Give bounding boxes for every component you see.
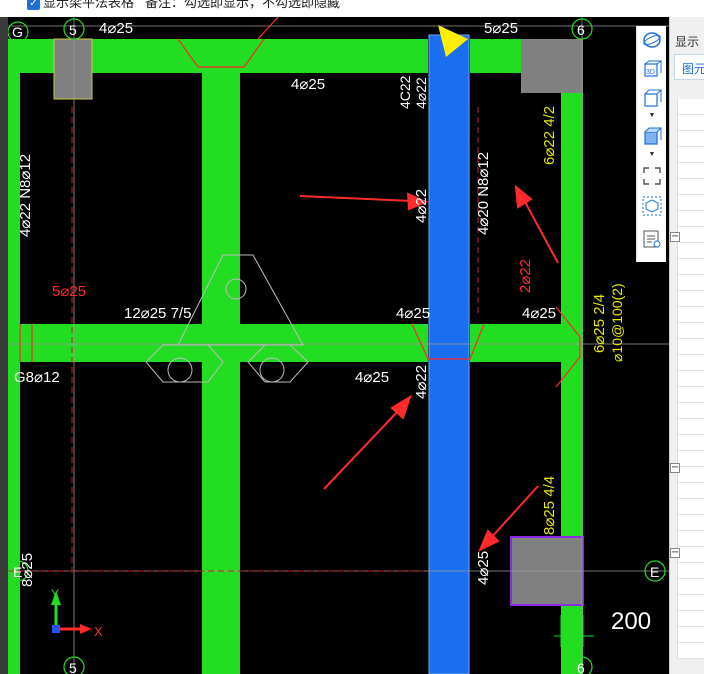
label-yellow-8d25: 8⌀25 4/4 bbox=[541, 476, 558, 535]
app-root: ✓ 显示梁平法表格 备注：勾选即显示，不勾选即隐藏 4⌀25 5⌀25 4⌀25… bbox=[0, 0, 704, 674]
label-yellow-6d22: 6⌀22 4/2 bbox=[541, 106, 558, 165]
drawing-canvas[interactable]: 4⌀25 5⌀25 4⌀25 4C22 4⌀22 4⌀22 N8⌀12 4⌀20… bbox=[8, 17, 669, 674]
label-red-5d25: 5⌀25 bbox=[52, 283, 86, 300]
label-g8d12: G8⌀12 bbox=[14, 369, 60, 386]
axis-label-E-left: E bbox=[13, 564, 22, 580]
beam-selected-blue[interactable] bbox=[428, 34, 470, 674]
tab-elements[interactable]: 图元 bbox=[674, 54, 704, 80]
view-toolbar: 3D ▼ ▼ bbox=[636, 26, 666, 262]
properties-icon[interactable] bbox=[642, 229, 662, 249]
label-bottom-4d25: 4⌀25 bbox=[475, 551, 492, 585]
label-lower-4d25: 4⌀25 bbox=[355, 369, 389, 386]
label-top-4d25: 4⌀25 bbox=[99, 20, 133, 37]
label-red-2d22: 2⌀22 bbox=[517, 259, 534, 293]
cube-icon[interactable] bbox=[642, 88, 662, 108]
cube-dropdown-arrow[interactable]: ▼ bbox=[648, 112, 656, 120]
ucs-y-label: Y bbox=[51, 587, 59, 601]
note-text: 备注：勾选即显示，不勾选即隐藏 bbox=[145, 0, 341, 10]
cube-filled-dropdown-arrow[interactable]: ▼ bbox=[648, 151, 656, 159]
label-dim-200: 200 bbox=[611, 608, 651, 635]
label-4d22-top: 4⌀22 bbox=[413, 77, 429, 109]
axis-label-G: G bbox=[12, 24, 23, 40]
axis-label-5-top: 5 bbox=[69, 22, 77, 38]
label-4d25-upper: 4⌀25 bbox=[291, 76, 325, 93]
collapse-group-1[interactable]: − bbox=[670, 232, 680, 242]
options-bar: ✓ 显示梁平法表格 备注：勾选即显示，不勾选即隐藏 bbox=[0, 0, 704, 17]
label-12d25: 12⌀25 7/5 bbox=[124, 305, 191, 322]
collapse-group-3[interactable]: − bbox=[670, 548, 680, 558]
axis-label-6-top: 6 bbox=[577, 22, 585, 38]
beam-layer bbox=[8, 39, 583, 674]
left-splitter[interactable] bbox=[0, 17, 8, 674]
cad-drawing: 4⌀25 5⌀25 4⌀25 4C22 4⌀22 4⌀22 N8⌀12 4⌀20… bbox=[8, 17, 669, 674]
properties-grid[interactable] bbox=[677, 99, 704, 659]
ucs-x-label: X bbox=[94, 624, 103, 639]
svg-text:3D: 3D bbox=[646, 69, 655, 76]
column-top-right[interactable] bbox=[521, 39, 583, 93]
label-4c22: 4C22 bbox=[397, 75, 413, 109]
column-top-left[interactable] bbox=[53, 38, 93, 100]
show-beam-table-checkbox[interactable]: ✓ bbox=[27, 0, 40, 10]
3d-icon[interactable]: 3D bbox=[642, 59, 662, 79]
fit-window-icon[interactable] bbox=[642, 166, 662, 186]
cube-filled-icon[interactable] bbox=[642, 126, 662, 146]
label-4d25-right: 4⌀25 bbox=[522, 305, 556, 322]
beam-vertical-mid[interactable] bbox=[202, 39, 240, 674]
collapse-group-2[interactable]: − bbox=[670, 463, 680, 473]
orbit-icon[interactable] bbox=[642, 30, 662, 50]
label-4d22-mid: 4⌀22 bbox=[413, 189, 430, 223]
select-box-icon[interactable] bbox=[642, 196, 662, 216]
show-beam-table-label[interactable]: 显示梁平法表格 bbox=[43, 0, 134, 9]
panel-header: 显示 bbox=[675, 35, 700, 49]
label-yellow-stirrup: ⌀10@100(2) bbox=[609, 283, 625, 362]
label-n8d12-right: 4⌀20 N8⌀12 bbox=[475, 152, 492, 235]
axis-label-5-bottom: 5 bbox=[69, 660, 77, 674]
axis-label-E-right: E bbox=[650, 564, 659, 580]
properties-panel: 显示 图元 − − − bbox=[669, 17, 704, 674]
label-4d22-low: 4⌀22 bbox=[413, 365, 430, 399]
label-n8d12-left: 4⌀22 N8⌀12 bbox=[17, 154, 34, 237]
label-yellow-6d25: 6⌀25 2/4 bbox=[591, 294, 608, 353]
label-top-5d25: 5⌀25 bbox=[484, 20, 518, 37]
label-4d25-center: 4⌀25 bbox=[396, 305, 430, 322]
axis-label-6-bottom: 6 bbox=[577, 660, 585, 674]
